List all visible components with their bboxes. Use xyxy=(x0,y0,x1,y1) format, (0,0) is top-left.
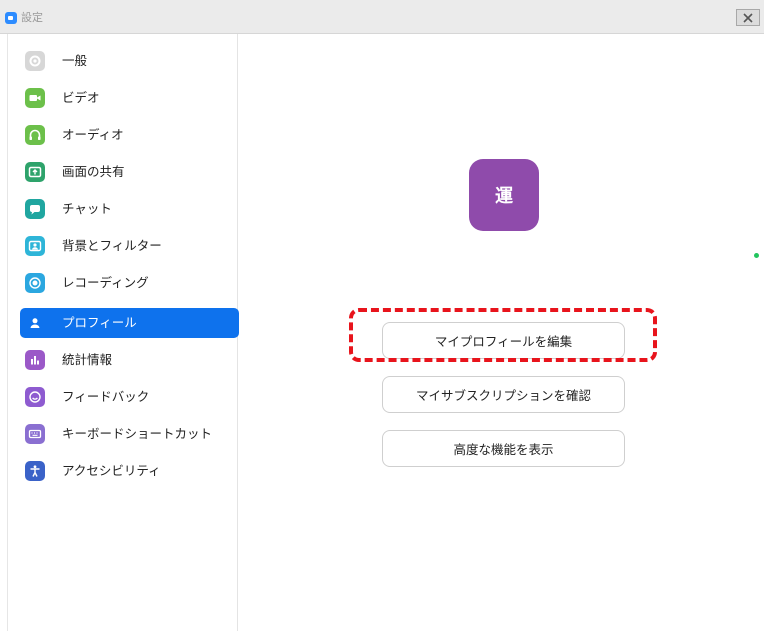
sidebar-item-profile[interactable]: プロフィール xyxy=(20,308,239,338)
sidebar-item-accessibility[interactable]: アクセシビリティ xyxy=(20,456,240,486)
sidebar-item-label: フィードバック xyxy=(62,389,150,404)
settings-sidebar: 一般 ビデオ オーディオ 画面の共有 チャット 背景とフィルター レコーディング… xyxy=(0,34,240,631)
sidebar-item-label: アクセシビリティ xyxy=(62,463,161,478)
sidebar-item-label: チャット xyxy=(62,201,112,216)
close-x-icon xyxy=(743,12,753,23)
record-icon xyxy=(25,273,45,293)
sidebar-item-recording[interactable]: レコーディング xyxy=(20,268,240,298)
sidebar-item-label: ビデオ xyxy=(62,90,100,105)
sidebar-item-feedback[interactable]: フィードバック xyxy=(20,382,240,412)
status-dot xyxy=(754,253,759,258)
sidebar-item-label: 一般 xyxy=(62,53,88,68)
sidebar-item-video[interactable]: ビデオ xyxy=(20,83,240,113)
sidebar-item-label: 画面の共有 xyxy=(62,164,125,179)
sidebar-item-label: 背景とフィルター xyxy=(62,238,162,253)
profile-panel: 運 マイプロフィールを編集 マイサブスクリプションを確認 高度な機能を表示 xyxy=(239,34,764,631)
sidebar-item-label: 統計情報 xyxy=(62,352,113,367)
sidebar-item-chat[interactable]: チャット xyxy=(20,194,240,224)
sidebar-item-screen-share[interactable]: 画面の共有 xyxy=(20,157,240,187)
title-bar: 設定 xyxy=(0,0,764,34)
sidebar-item-label: キーボードショートカット xyxy=(62,426,213,441)
sidebar-item-general[interactable]: 一般 xyxy=(20,46,240,76)
sidebar-item-audio[interactable]: オーディオ xyxy=(20,120,240,150)
sidebar-item-statistics[interactable]: 統計情報 xyxy=(20,345,240,375)
video-camera-icon xyxy=(25,88,45,108)
zoom-app-icon xyxy=(5,12,17,24)
smiley-icon xyxy=(25,387,45,407)
headphones-icon xyxy=(25,125,45,145)
sidebar-item-label: プロフィール xyxy=(62,315,137,330)
edit-profile-button[interactable]: マイプロフィールを編集 xyxy=(382,322,625,359)
sidebar-item-keyboard-shortcuts[interactable]: キーボードショートカット xyxy=(20,419,240,449)
sidebar-item-background-filter[interactable]: 背景とフィルター xyxy=(20,231,240,261)
window-title: 設定 xyxy=(21,11,43,24)
keyboard-icon xyxy=(25,424,45,444)
view-subscription-button[interactable]: マイサブスクリプションを確認 xyxy=(382,376,625,413)
background-portrait-icon xyxy=(25,236,45,256)
chat-bubble-icon xyxy=(25,199,45,219)
gear-icon xyxy=(25,51,45,71)
avatar[interactable]: 運 xyxy=(469,159,539,231)
sidebar-item-label: レコーディング xyxy=(62,275,149,290)
bar-chart-icon xyxy=(25,350,45,370)
share-screen-icon xyxy=(25,162,45,182)
close-button[interactable] xyxy=(736,9,760,26)
sidebar-item-label: オーディオ xyxy=(62,127,124,142)
person-icon xyxy=(25,313,45,333)
advanced-features-button[interactable]: 高度な機能を表示 xyxy=(382,430,625,467)
accessibility-icon xyxy=(25,461,45,481)
